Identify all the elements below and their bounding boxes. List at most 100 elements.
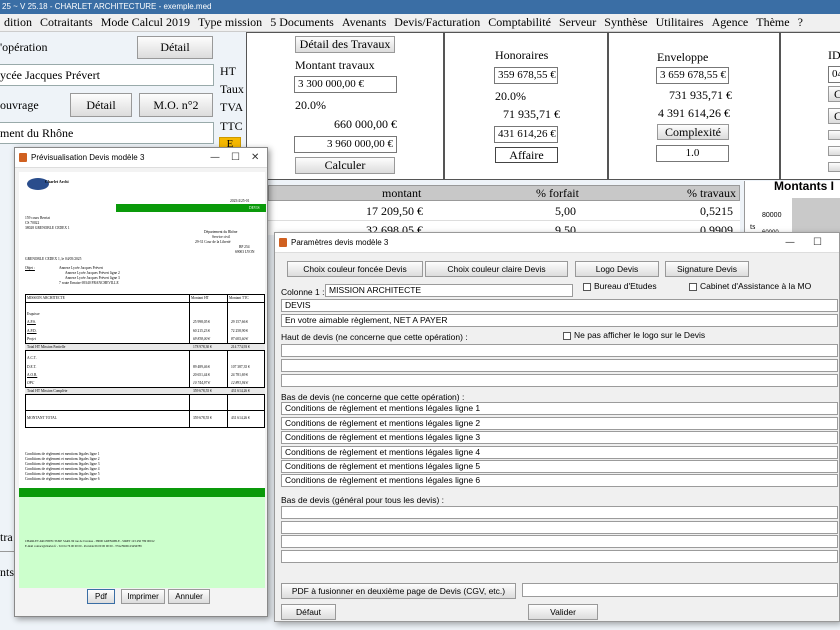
reglement-field[interactable]: En votre aimable règlement, NET A PAYER xyxy=(281,314,838,327)
mission-row-ht: 69 838,00 € xyxy=(193,337,211,341)
params-title: Paramètres devis modèle 3 xyxy=(291,238,389,247)
bureau-checkbox[interactable]: Bureau d'Etudes xyxy=(583,281,657,291)
menu-item-avenants[interactable]: Avenants xyxy=(338,15,390,30)
mission-row: A.O.R. xyxy=(27,373,38,377)
minimize-icon[interactable]: — xyxy=(210,148,220,168)
haut-field[interactable] xyxy=(281,359,838,372)
honoraires-ttc-field[interactable]: 431 614,26 € xyxy=(494,126,558,143)
operation-detail-button[interactable]: Détail xyxy=(137,36,213,59)
pdf-merge-path-field[interactable] xyxy=(522,583,838,597)
close-icon[interactable]: ✕ xyxy=(251,148,259,168)
menu-item-theme[interactable]: Thème xyxy=(752,15,793,30)
peek-text-2: nts xyxy=(0,565,15,579)
cancel-button[interactable]: Annuler xyxy=(168,589,210,604)
bas-field[interactable]: Conditions de règlement et mentions léga… xyxy=(281,474,838,487)
default-button[interactable]: Défaut xyxy=(281,604,336,620)
detail-travaux-button[interactable]: Détail des Travaux xyxy=(295,36,395,53)
menu-item-documents[interactable]: 5 Documents xyxy=(266,15,338,30)
mission-subtotal-ttc: 214 774,93 € xyxy=(231,345,250,349)
operation-name-field[interactable]: ycée Jacques Prévert xyxy=(0,64,214,86)
mission-row-ttc: 24 781,69 € xyxy=(231,373,249,377)
ouvrage-detail-button[interactable]: Détail xyxy=(70,93,132,117)
c-button-2[interactable]: C xyxy=(828,108,840,124)
mission-row: Esquisse xyxy=(27,312,40,316)
menu-item-agence[interactable]: Agence xyxy=(708,15,753,30)
minimize-icon[interactable]: — xyxy=(785,233,795,253)
menu-item-devis-facturation[interactable]: Devis/Facturation xyxy=(390,15,484,30)
print-button[interactable]: Imprimer xyxy=(121,589,165,604)
mission-row-ttc: 12 893,94 € xyxy=(231,381,249,385)
mission-subtotal: Total HT Mission Partielle xyxy=(27,345,66,349)
row1-travaux: 0,5215 xyxy=(700,204,733,218)
pdf-button[interactable]: Pdf xyxy=(87,589,115,604)
honoraires-tva: 71 935,71 € xyxy=(503,107,560,121)
bas-general-field[interactable] xyxy=(281,550,838,563)
hide-logo-checkbox[interactable]: Ne pas afficher le logo sur le Devis xyxy=(563,330,705,340)
montant-total-ht: 359 678,55 € xyxy=(193,416,212,420)
logo-text: Charlet Archi xyxy=(45,179,69,184)
green-band xyxy=(19,488,265,497)
small-button-2[interactable] xyxy=(828,146,840,156)
bas-field[interactable]: Conditions de règlement et mentions léga… xyxy=(281,460,838,473)
mission-total: Total HT Mission Complète xyxy=(27,389,68,393)
logo-button[interactable]: Logo Devis xyxy=(575,261,659,277)
calculer-button[interactable]: Calculer xyxy=(295,157,395,174)
menu-item-cotraitants[interactable]: Cotraitants xyxy=(36,15,97,30)
devis-band-label: DEVIS xyxy=(249,206,260,210)
bas-field[interactable]: Conditions de règlement et mentions léga… xyxy=(281,431,838,444)
bas-general-field[interactable] xyxy=(281,521,838,534)
signature-button[interactable]: Signature Devis xyxy=(665,261,749,277)
haut-field[interactable] xyxy=(281,344,838,357)
menu-item-edition[interactable]: dition xyxy=(0,15,36,30)
devis-title-field[interactable]: DEVIS xyxy=(281,299,838,312)
affaire-button[interactable]: Affaire xyxy=(495,147,558,163)
bas-field[interactable]: Conditions de règlement et mentions léga… xyxy=(281,417,838,430)
menu-item-type-mission[interactable]: Type mission xyxy=(194,15,266,30)
condition-line: Conditions de règlement et mentions léga… xyxy=(25,457,100,461)
colonne-field[interactable]: MISSION ARCHITECTE xyxy=(325,284,573,297)
table-row[interactable] xyxy=(268,201,740,221)
mission-row: A.P.S. xyxy=(27,320,36,324)
menu-item-comptabilite[interactable]: Comptabilité xyxy=(484,15,555,30)
pdf-merge-button[interactable]: PDF à fusionner en deuxième page de Devi… xyxy=(281,583,516,599)
menu-item-utilitaires[interactable]: Utilitaires xyxy=(652,15,708,30)
row1-forfait: 5,00 xyxy=(555,204,576,218)
menu-item-serveur[interactable]: Serveur xyxy=(555,15,600,30)
mission-subtotal-ht: 178 978,30 € xyxy=(193,345,212,349)
dark-color-button[interactable]: Choix couleur foncée Devis xyxy=(287,261,423,277)
bas-general-field[interactable] xyxy=(281,506,838,519)
table-divider xyxy=(227,294,228,428)
mission-row-ht: 60 215,23 € xyxy=(193,329,211,333)
menu-item-help[interactable]: ? xyxy=(794,15,807,30)
travaux-ht-field[interactable]: 3 300 000,00 € xyxy=(294,76,397,93)
taux-label: Taux xyxy=(220,82,244,96)
light-color-button[interactable]: Choix couleur claire Devis xyxy=(425,261,568,277)
col-forfait: % forfait xyxy=(536,186,579,200)
bas-general-field[interactable] xyxy=(281,535,838,548)
operation-label: 'opération xyxy=(0,40,48,54)
app-icon xyxy=(279,238,287,247)
complexite-field[interactable]: 1.0 xyxy=(656,145,729,162)
honoraires-ht-field[interactable]: 359 678,55 € xyxy=(494,67,558,84)
bas-field[interactable]: Conditions de règlement et mentions léga… xyxy=(281,446,838,459)
enveloppe-ht-field[interactable]: 3 659 678,55 € xyxy=(656,67,729,84)
cabinet-checkbox[interactable]: Cabinet d'Assistance à la MO xyxy=(689,281,811,291)
haut-field[interactable] xyxy=(281,374,838,387)
menu-item-synthese[interactable]: Synthèse xyxy=(600,15,651,30)
validate-button[interactable]: Valider xyxy=(528,604,598,620)
recipient-line: Service civil xyxy=(212,235,231,239)
menu-item-mode-calcul[interactable]: Mode Calcul 2019 xyxy=(97,15,194,30)
objet-line: 7 route Ernaise 69340 FRANCHEVILLE xyxy=(59,281,119,285)
bas-field[interactable]: Conditions de règlement et mentions léga… xyxy=(281,402,838,415)
travaux-ttc-field[interactable]: 3 960 000,00 € xyxy=(294,136,397,153)
ouvrage-name-field[interactable]: ment du Rhône xyxy=(0,122,214,144)
id-field[interactable]: 04 xyxy=(828,66,840,83)
complexite-button[interactable]: Complexité xyxy=(657,124,729,140)
maximize-icon[interactable]: ☐ xyxy=(813,233,822,253)
small-button-1[interactable] xyxy=(828,130,840,140)
maximize-icon[interactable]: ☐ xyxy=(231,148,240,168)
small-button-3[interactable] xyxy=(828,162,840,172)
mo-button[interactable]: M.O. n°2 xyxy=(139,93,213,117)
chart-bar xyxy=(792,198,840,232)
c-button-1[interactable]: C xyxy=(828,86,840,102)
